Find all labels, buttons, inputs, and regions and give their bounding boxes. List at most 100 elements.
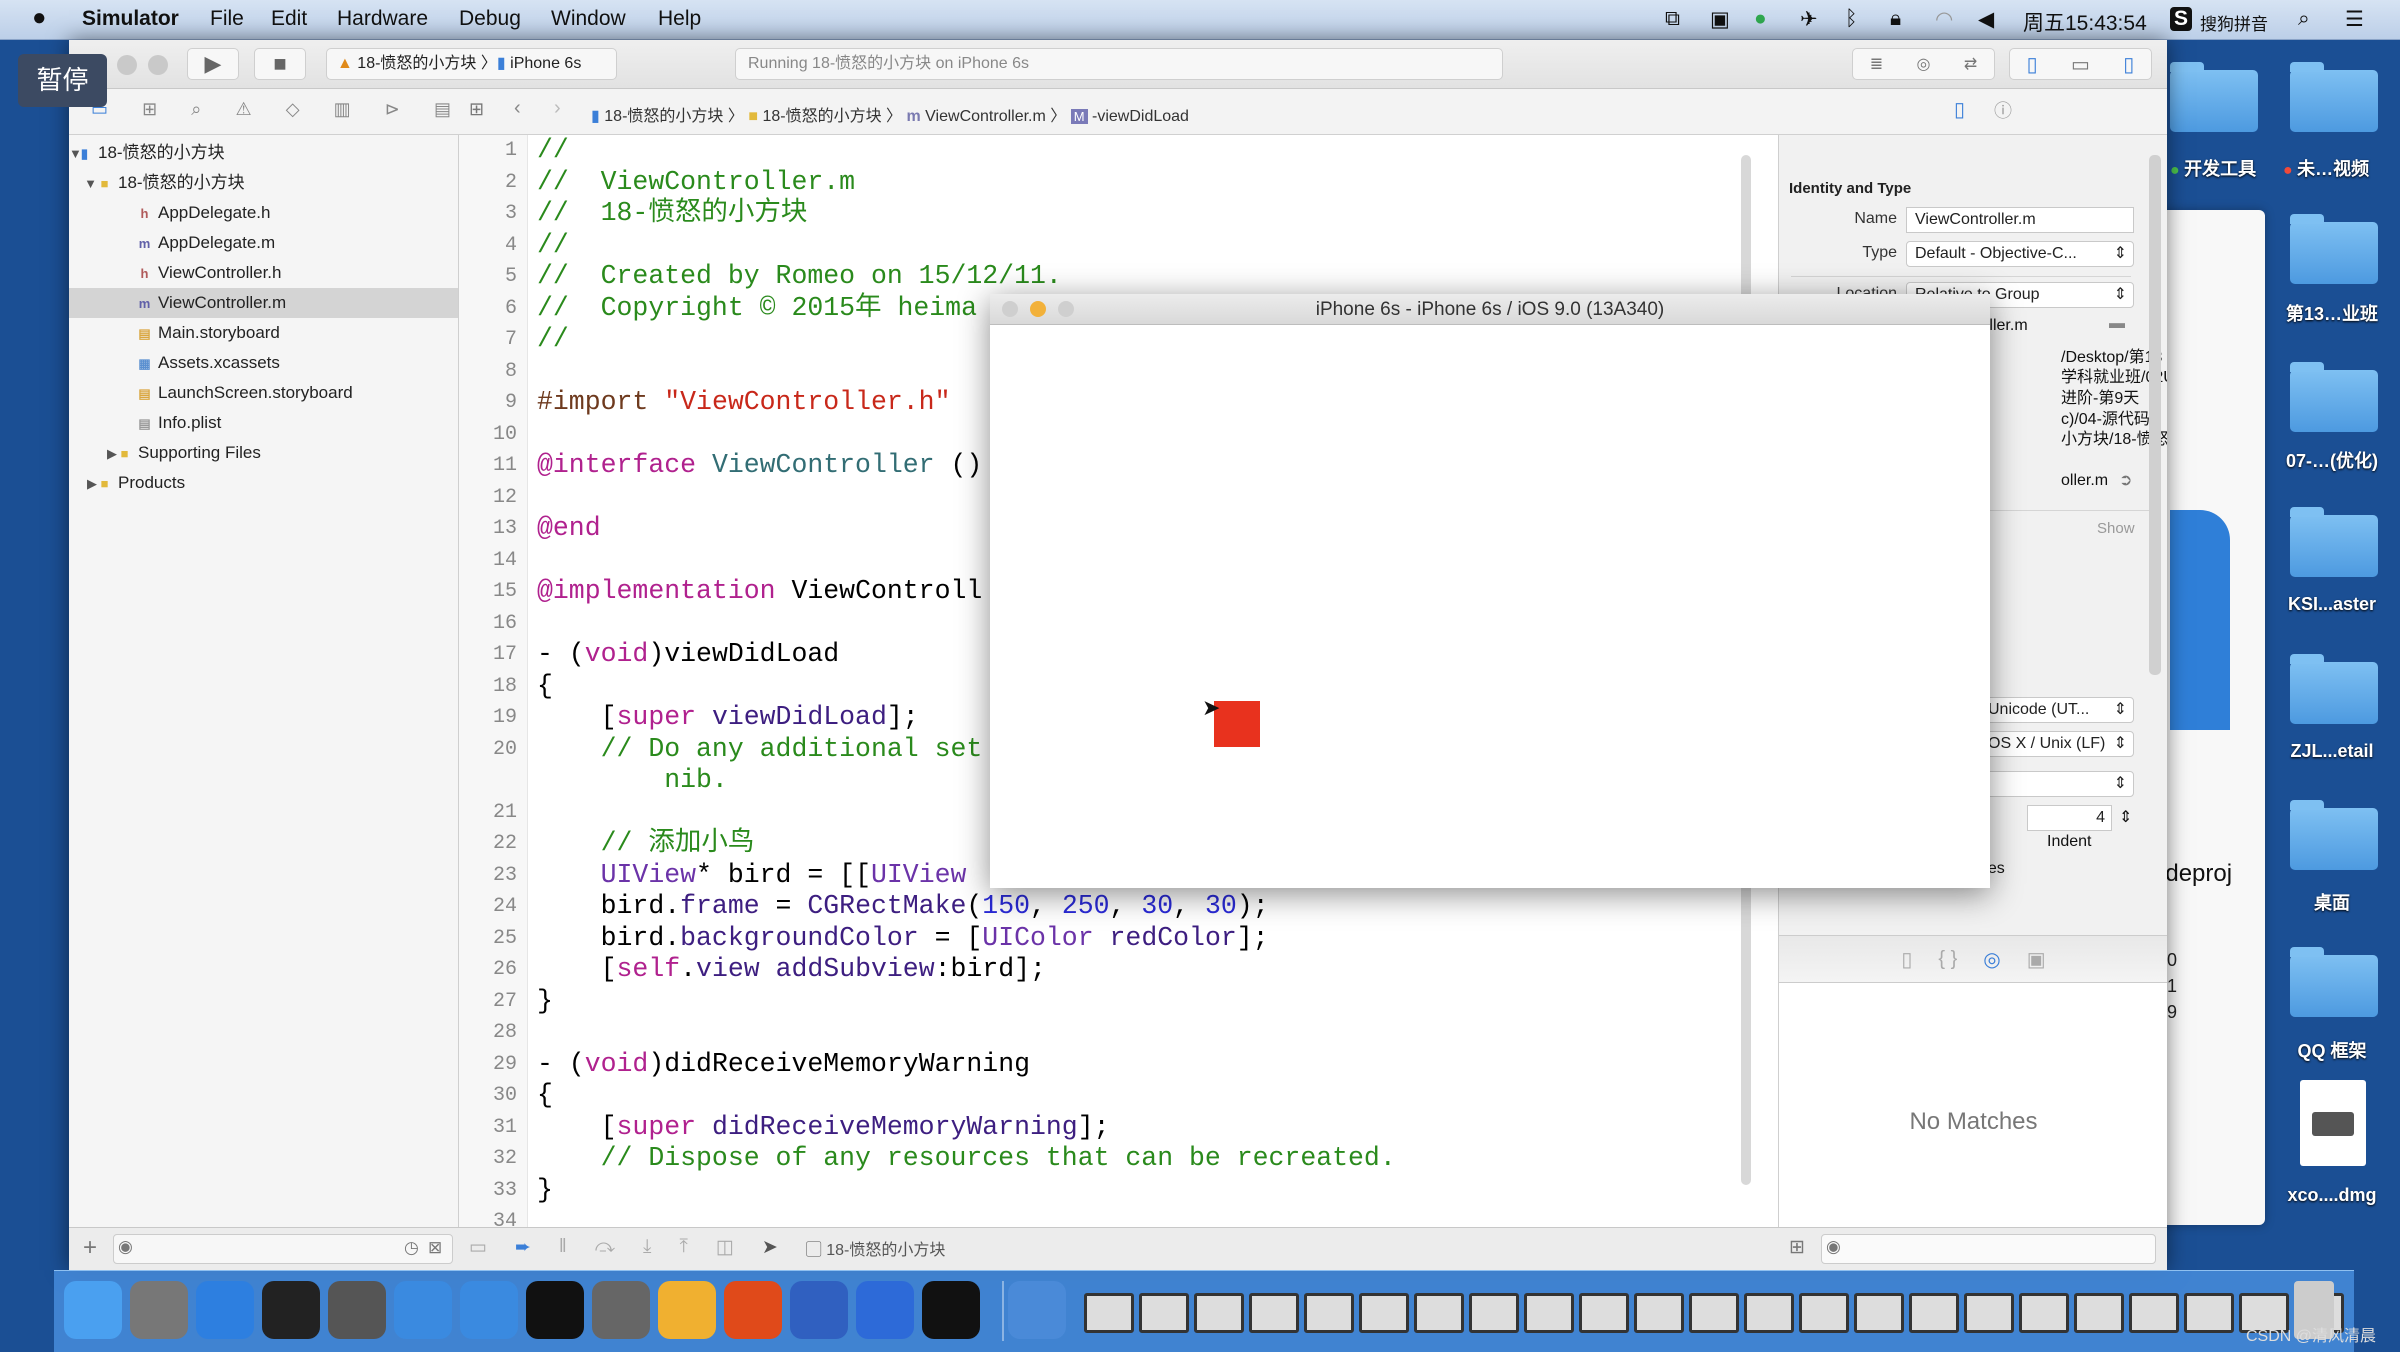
dock-app-pp-icon[interactable] bbox=[724, 1281, 782, 1339]
dock-minimized-window-icon[interactable] bbox=[1414, 1293, 1464, 1333]
report-navigator-icon[interactable]: ▤ bbox=[434, 99, 451, 120]
type-select[interactable]: Default - Objective-C... ⇕ bbox=[1906, 241, 2134, 267]
dock-app-terminal-icon[interactable] bbox=[526, 1281, 584, 1339]
sim-minimize-button[interactable] bbox=[1030, 301, 1046, 317]
dock-app-xcode-icon[interactable] bbox=[394, 1281, 452, 1339]
simulator-screen[interactable]: ➤ bbox=[990, 325, 1990, 888]
encoding-select[interactable]: Unicode (UT... ⇕ bbox=[1979, 697, 2134, 723]
desktop-tag-video[interactable]: ● 未…视频 bbox=[2283, 155, 2369, 181]
code-line[interactable]: } bbox=[537, 1175, 553, 1207]
step-out-icon[interactable]: ⤒ bbox=[679, 1236, 687, 1260]
code-line[interactable]: // Dispose of any resources that can be … bbox=[537, 1143, 1396, 1175]
code-line[interactable]: UIView* bird = [[UIView bbox=[537, 860, 967, 892]
disclosure-triangle-icon[interactable]: ▼ bbox=[69, 139, 82, 169]
code-line[interactable]: // 18-愤怒的小方块 bbox=[537, 198, 807, 230]
navigator-item[interactable]: ▼ ■ 18-愤怒的小方块 bbox=[69, 168, 458, 198]
window-minimize-button[interactable] bbox=[148, 55, 168, 75]
debug-navigator-icon[interactable]: ▥ bbox=[334, 99, 351, 120]
clock[interactable]: 周五15:43:54 bbox=[2023, 7, 2147, 37]
folder-icon[interactable] bbox=[2290, 947, 2378, 1017]
dock-minimized-window-icon[interactable] bbox=[1744, 1293, 1794, 1333]
dock-minimized-window-icon[interactable] bbox=[1194, 1293, 1244, 1333]
dock-app-console-icon[interactable] bbox=[922, 1281, 980, 1339]
code-line[interactable]: @end bbox=[537, 513, 601, 545]
dock-app-quicktime-icon[interactable] bbox=[790, 1281, 848, 1339]
code-line[interactable]: // Copyright © 2015年 heima bbox=[537, 293, 977, 325]
stepper-icon[interactable]: ⇕ bbox=[2119, 807, 2132, 827]
indent-using-select[interactable]: ⇕ bbox=[1979, 771, 2134, 797]
breadcrumb-item[interactable]: 18-愤怒的小方块 bbox=[604, 108, 723, 125]
navigator-item[interactable]: ▦ Assets.xcassets bbox=[69, 348, 458, 378]
utilities-toggle-icon[interactable]: ▯ bbox=[2123, 52, 2134, 77]
dock-app-photo-booth-icon[interactable] bbox=[328, 1281, 386, 1339]
dock-minimized-window-icon[interactable] bbox=[1084, 1293, 1134, 1333]
airplane-icon[interactable]: ✈ bbox=[1800, 7, 1818, 32]
navigator-item[interactable]: m ViewController.m bbox=[69, 288, 458, 318]
line-endings-select[interactable]: OS X / Unix (LF) ⇕ bbox=[1979, 731, 2134, 757]
desktop-icon-label[interactable]: xco....dmg bbox=[2272, 1185, 2392, 1206]
folder-icon[interactable] bbox=[2290, 800, 2378, 870]
dmg-file-icon[interactable] bbox=[2300, 1080, 2366, 1166]
recent-files-icon[interactable]: ◷ bbox=[404, 1238, 419, 1258]
code-line[interactable]: // Do any additional set bbox=[537, 734, 983, 766]
navigator-item[interactable]: h ViewController.h bbox=[69, 258, 458, 288]
dock-minimized-window-icon[interactable] bbox=[1139, 1293, 1189, 1333]
menu-file[interactable]: File bbox=[210, 7, 244, 31]
code-line[interactable]: { bbox=[537, 1080, 553, 1112]
code-line[interactable]: // 添加小鸟 bbox=[537, 828, 755, 860]
code-line[interactable]: bird.frame = CGRectMake(150, 250, 30, 30… bbox=[537, 891, 1269, 923]
code-line[interactable]: [self.view addSubview:bird]; bbox=[537, 954, 1046, 986]
media-library-icon[interactable]: ▣ bbox=[2027, 947, 2046, 972]
show-button[interactable]: Show bbox=[2097, 520, 2135, 537]
code-line[interactable]: // Created by Romeo on 15/12/11. bbox=[537, 261, 1062, 293]
dock-app-teamviewer-icon[interactable] bbox=[856, 1281, 914, 1339]
breakpoints-toggle-icon[interactable]: ➨ bbox=[515, 1236, 531, 1260]
navigator-filter-field[interactable]: ◉ ◷ ⊠ bbox=[113, 1234, 453, 1264]
code-line[interactable]: // bbox=[537, 135, 569, 167]
add-file-button[interactable]: + bbox=[83, 1234, 97, 1262]
dock-app-simulator-icon[interactable] bbox=[460, 1281, 518, 1339]
screen-share-icon[interactable]: ⧉ bbox=[1665, 7, 1680, 31]
desktop-icon-label[interactable]: QQ 框架 bbox=[2272, 1037, 2392, 1063]
navigator-item[interactable]: ▤ Info.plist bbox=[69, 408, 458, 438]
volume-icon[interactable]: ◀ bbox=[1978, 7, 1994, 32]
navigator-item[interactable]: m AppDelegate.m bbox=[69, 228, 458, 258]
view-debugger-icon[interactable]: ◫ bbox=[716, 1236, 734, 1260]
breadcrumb-item[interactable]: 18-愤怒的小方块 bbox=[762, 108, 881, 125]
file-template-library-icon[interactable]: ▯ bbox=[1901, 947, 1912, 972]
desktop-tag-dev[interactable]: ● 开发工具 bbox=[2170, 155, 2256, 181]
quick-help-icon[interactable]: ⓘ bbox=[1994, 97, 2012, 123]
debug-toggle-icon[interactable]: ▭ bbox=[2071, 52, 2090, 77]
disclosure-triangle-icon[interactable]: ▼ bbox=[69, 169, 97, 199]
code-line[interactable]: - (void)viewDidLoad bbox=[537, 639, 839, 671]
find-navigator-icon[interactable]: ⌕ bbox=[191, 99, 201, 120]
dock-minimized-window-icon[interactable] bbox=[2184, 1293, 2234, 1333]
code-line[interactable]: - (void)didReceiveMemoryWarning bbox=[537, 1049, 1030, 1081]
library-filter-field[interactable]: ◉ bbox=[1821, 1234, 2156, 1264]
dock-minimized-window-icon[interactable] bbox=[2129, 1293, 2179, 1333]
dock-minimized-window-icon[interactable] bbox=[2074, 1293, 2124, 1333]
menu-debug[interactable]: Debug bbox=[459, 7, 521, 31]
dock-app-sketch-icon[interactable] bbox=[658, 1281, 716, 1339]
scheme-selector[interactable]: ▲ 18-愤怒的小方块 〉▮ iPhone 6s bbox=[326, 48, 617, 80]
process-target[interactable]: ▢ 18-愤怒的小方块 bbox=[806, 1236, 946, 1260]
navigator-item[interactable]: ▶ ■ Supporting Files bbox=[69, 438, 458, 468]
step-in-icon[interactable]: ⤓ bbox=[643, 1236, 651, 1260]
code-line[interactable]: // bbox=[537, 324, 569, 356]
folder-icon[interactable] bbox=[2290, 214, 2378, 284]
dock-minimized-window-icon[interactable] bbox=[1854, 1293, 1904, 1333]
folder-icon[interactable] bbox=[2290, 362, 2378, 432]
library-grid-icon[interactable]: ⊞ bbox=[1789, 1236, 1805, 1259]
dock-minimized-window-icon[interactable] bbox=[1359, 1293, 1409, 1333]
menu-edit[interactable]: Edit bbox=[271, 7, 307, 31]
step-over-icon[interactable]: ⤼ bbox=[595, 1236, 615, 1260]
bluetooth-icon[interactable]: ᛒ bbox=[1845, 7, 1858, 31]
disclosure-triangle-icon[interactable]: ▶ bbox=[69, 439, 117, 469]
symbol-navigator-icon[interactable]: ⊞ bbox=[142, 99, 157, 120]
breadcrumb-item[interactable]: -viewDidLoad bbox=[1092, 108, 1189, 125]
window-close-button[interactable] bbox=[117, 55, 137, 75]
related-items-icon[interactable]: ⊞ bbox=[469, 99, 484, 120]
dock-minimized-window-icon[interactable] bbox=[1964, 1293, 2014, 1333]
code-line[interactable]: // bbox=[537, 230, 569, 262]
issue-navigator-icon[interactable]: ⚠ bbox=[235, 99, 251, 120]
